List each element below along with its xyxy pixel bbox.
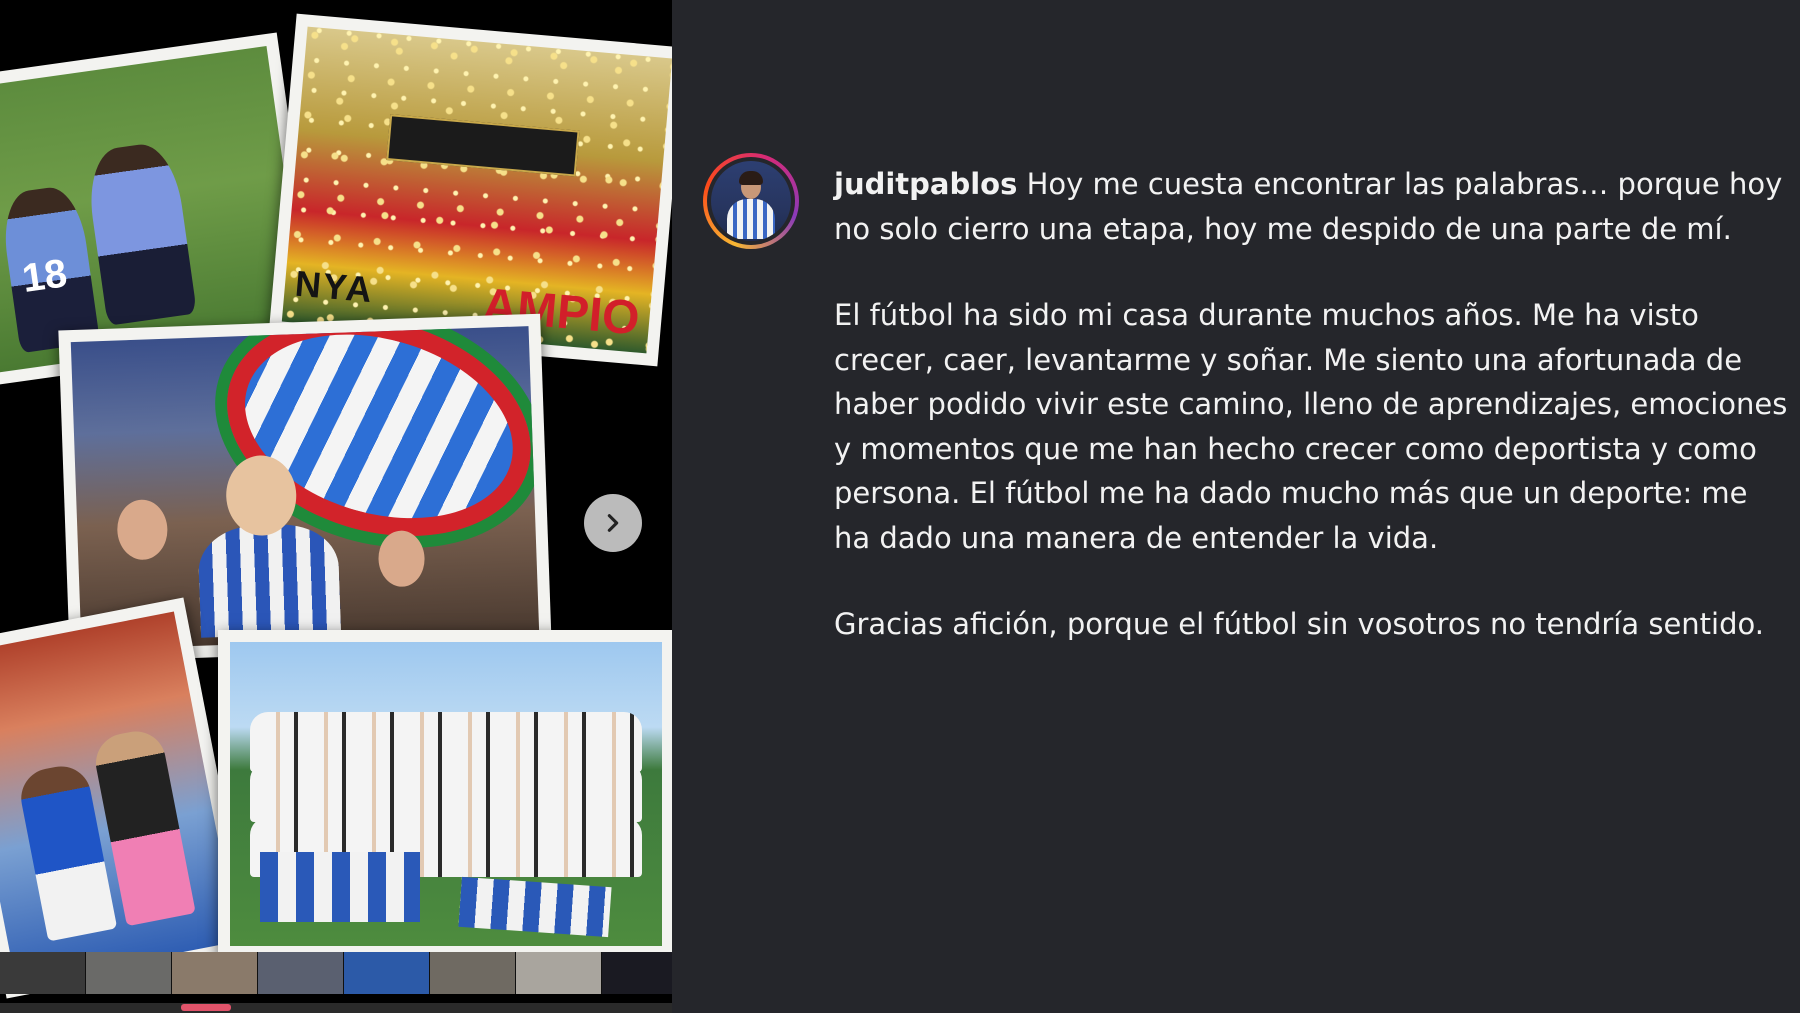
caption-line: juditpablos Hoy me cuesta encontrar las … — [834, 162, 1800, 207]
fan-shirt — [197, 522, 342, 638]
next-slide-button[interactable] — [584, 494, 642, 552]
avatar-hair — [739, 171, 763, 185]
filmstrip-thumbnail — [86, 952, 172, 994]
jersey-number: 18 — [19, 251, 70, 302]
video-progress-track[interactable] — [0, 1003, 688, 1013]
filmstrip-thumbnail — [430, 952, 516, 994]
post-caption: juditpablos Hoy me cuesta encontrar las … — [834, 162, 1800, 647]
caption-line: haber podido vivir este camino, lleno de… — [834, 387, 1788, 421]
team-flag — [458, 876, 612, 938]
caption-line: crecer, caer, levantarme y soñar. Me sie… — [834, 342, 1743, 377]
filmstrip-thumbnail — [172, 952, 258, 994]
video-filmstrip[interactable] — [0, 952, 688, 994]
avatar-frame — [707, 157, 795, 245]
caption-line: persona. El fútbol me ha dado mucho más … — [834, 476, 1748, 510]
fan-figure — [377, 529, 426, 588]
collage-photo-team — [218, 630, 672, 958]
champions-board — [386, 114, 580, 177]
collage-photo-player-celebrating — [0, 597, 253, 999]
player-figure — [83, 139, 197, 326]
post-media-carousel[interactable]: 18 NYA AMPIO — [0, 0, 672, 1013]
username-link[interactable]: juditpablos — [834, 167, 1017, 201]
caption-line: ha dado una manera de entender la vida. — [834, 520, 1439, 555]
video-progress-indicator[interactable] — [181, 1004, 231, 1011]
filmstrip-thumbnail — [258, 952, 344, 994]
filmstrip-thumbnail — [0, 952, 86, 994]
caption-text: Hoy me cuesta encontrar las palabras… po… — [1017, 167, 1783, 201]
avatar-body — [727, 199, 775, 239]
caption-line: El fútbol ha sido mi casa durante muchos… — [834, 298, 1699, 332]
filmstrip-thumbnail — [516, 952, 602, 994]
avatar[interactable] — [711, 161, 791, 241]
banner-text-left: NYA — [293, 262, 376, 311]
filmstrip-thumbnail — [344, 952, 430, 994]
fan-figure — [116, 498, 169, 561]
caption-line: no solo cierro una etapa, hoy me despido… — [834, 211, 1732, 246]
caption-line: y momentos que me han hecho crecer como … — [834, 431, 1757, 466]
caption-line: Gracias afición, porque el fútbol sin vo… — [834, 607, 1764, 641]
chevron-right-icon — [607, 514, 619, 532]
team-row — [250, 762, 642, 822]
story-ring[interactable] — [703, 153, 799, 249]
collage-photo-trophy-celebration: NYA AMPIO — [268, 13, 672, 367]
team-flag — [260, 852, 420, 922]
